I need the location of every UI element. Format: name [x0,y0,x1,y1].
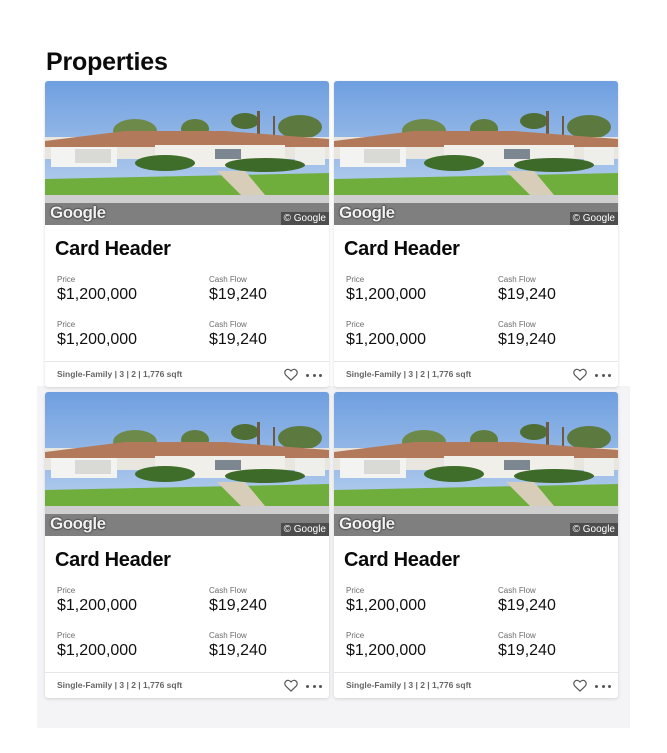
price-stat: Price $1,200,000 [346,275,426,305]
cash-flow-stat: Cash Flow $19,240 [209,320,267,350]
property-summary: Single-Family | 3 | 2 | 1,776 sqft [346,680,472,690]
cash-flow-label: Cash Flow [498,320,536,329]
cash-flow-value: $19,240 [498,286,556,303]
cash-flow-stat: Cash Flow $19,240 [209,586,267,616]
cash-flow-value: $19,240 [209,286,267,303]
card-header: Card Header [344,549,460,571]
price-stat: Price $1,200,000 [346,586,426,616]
property-grid: Google © Google Card Header Price $1,200… [45,81,618,698]
cash-flow-label: Cash Flow [209,320,247,329]
cash-flow-label: Cash Flow [209,586,247,595]
google-logo: Google [50,203,106,222]
heart-icon[interactable] [284,368,298,381]
cash-flow-label: Cash Flow [498,586,536,595]
property-photo[interactable]: Google © Google [334,81,618,225]
price-value: $1,200,000 [57,331,138,348]
price-value: $1,200,000 [57,642,138,659]
property-photo[interactable]: Google © Google [45,81,329,225]
cash-flow-label: Cash Flow [209,631,247,640]
heart-icon[interactable] [573,679,587,692]
google-logo: Google [50,514,106,533]
card-header: Card Header [55,549,171,571]
price-label: Price [346,320,365,329]
price-value: $1,200,000 [57,286,138,303]
property-card[interactable]: Google © Google Card Header Price $1,200… [334,81,618,387]
price-label: Price [57,320,76,329]
property-photo[interactable]: Google © Google [45,392,329,536]
cash-flow-stat: Cash Flow $19,240 [498,275,556,305]
price-label: Price [346,275,365,284]
card-footer: Single-Family | 3 | 2 | 1,776 sqft [45,361,329,387]
cash-flow-stat: Cash Flow $19,240 [498,631,556,661]
price-stat: Price $1,200,000 [346,320,426,350]
price-stat: Price $1,200,000 [57,631,137,661]
card-header: Card Header [55,238,171,260]
price-label: Price [346,586,365,595]
heart-icon[interactable] [573,368,587,381]
card-footer: Single-Family | 3 | 2 | 1,776 sqft [334,672,618,698]
cash-flow-stat: Cash Flow $19,240 [498,586,556,616]
price-label: Price [57,275,76,284]
price-label: Price [57,631,76,640]
cash-flow-stat: Cash Flow $19,240 [209,631,267,661]
price-stat: Price $1,200,000 [57,275,137,305]
card-footer: Single-Family | 3 | 2 | 1,776 sqft [334,361,618,387]
cash-flow-value: $19,240 [498,331,556,348]
photo-copyright: © Google [280,523,329,536]
google-logo: Google [339,514,395,533]
card-footer: Single-Family | 3 | 2 | 1,776 sqft [45,672,329,698]
photo-copyright: © Google [569,212,618,225]
price-label: Price [57,586,76,595]
more-horizontal-icon[interactable] [306,369,322,381]
photo-copyright: © Google [569,523,618,536]
property-card[interactable]: Google © Google Card Header Price $1,200… [334,392,618,698]
cash-flow-value: $19,240 [209,597,267,614]
cash-flow-stat: Cash Flow $19,240 [209,275,267,305]
price-value: $1,200,000 [346,286,427,303]
card-header: Card Header [344,238,460,260]
property-card[interactable]: Google © Google Card Header Price $1,200… [45,392,329,698]
google-logo: Google [339,203,395,222]
cash-flow-value: $19,240 [209,642,267,659]
price-label: Price [346,631,365,640]
price-value: $1,200,000 [57,597,138,614]
property-photo[interactable]: Google © Google [334,392,618,536]
cash-flow-label: Cash Flow [498,275,536,284]
property-card[interactable]: Google © Google Card Header Price $1,200… [45,81,329,387]
price-stat: Price $1,200,000 [57,320,137,350]
property-summary: Single-Family | 3 | 2 | 1,776 sqft [57,369,183,379]
price-stat: Price $1,200,000 [346,631,426,661]
price-value: $1,200,000 [346,597,427,614]
page-title: Properties [46,48,168,76]
heart-icon[interactable] [284,679,298,692]
cash-flow-value: $19,240 [498,597,556,614]
more-horizontal-icon[interactable] [595,680,611,692]
photo-copyright: © Google [280,212,329,225]
property-summary: Single-Family | 3 | 2 | 1,776 sqft [57,680,183,690]
price-stat: Price $1,200,000 [57,586,137,616]
more-horizontal-icon[interactable] [595,369,611,381]
cash-flow-value: $19,240 [498,642,556,659]
price-value: $1,200,000 [346,642,427,659]
cash-flow-label: Cash Flow [209,275,247,284]
cash-flow-value: $19,240 [209,331,267,348]
property-summary: Single-Family | 3 | 2 | 1,776 sqft [346,369,472,379]
more-horizontal-icon[interactable] [306,680,322,692]
cash-flow-label: Cash Flow [498,631,536,640]
price-value: $1,200,000 [346,331,427,348]
cash-flow-stat: Cash Flow $19,240 [498,320,556,350]
